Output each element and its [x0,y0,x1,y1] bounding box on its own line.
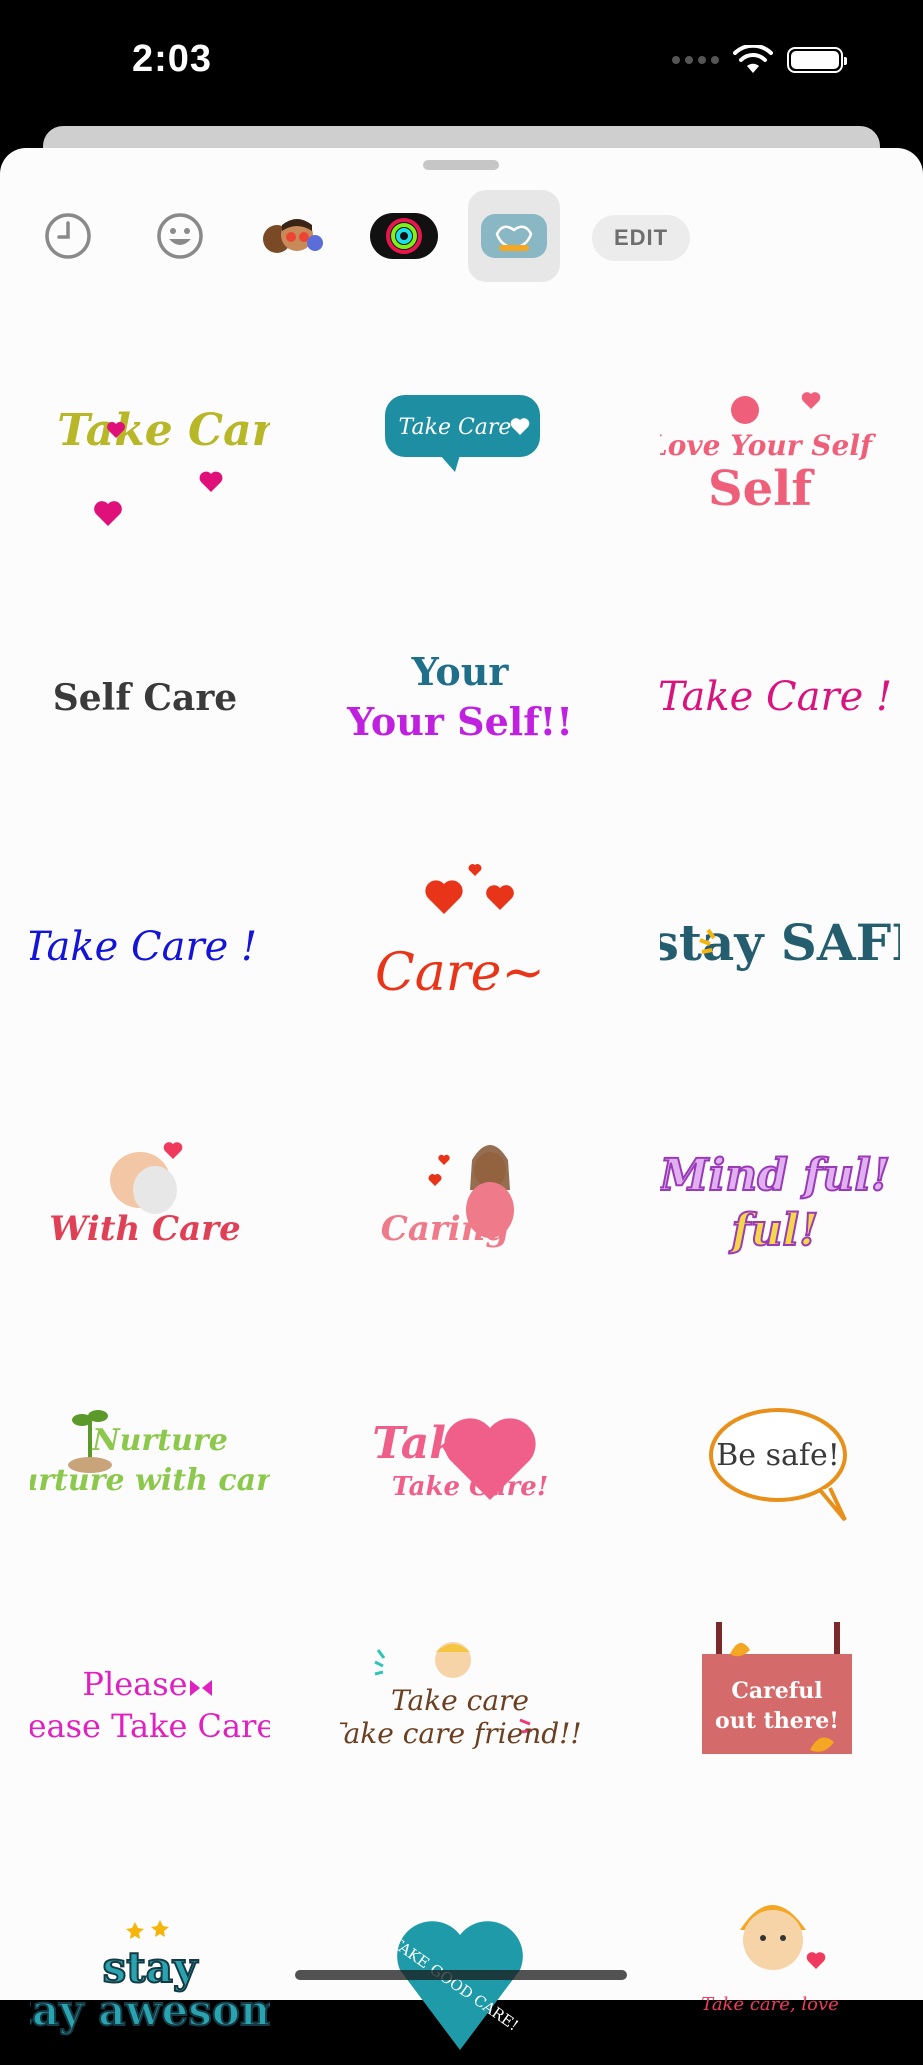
svg-text:Careful: Careful [731,1678,822,1704]
sticker-stay-safe[interactable]: stay SAFE [651,860,923,1060]
sticker-label: Take Care [57,405,270,456]
sheet-grabber[interactable] [423,160,499,170]
memoji-icon [263,219,323,253]
sticker-label: Take care, love [701,1994,839,2015]
svg-text:Take care: Take care [391,1684,529,1717]
sticker-take-care-blue[interactable]: Take Care ! [23,860,270,1060]
sticker-mindful[interactable]: Mind ful! ful! [657,1110,900,1310]
sticker-label: Please Take Care! [30,1707,270,1745]
sticker-label: Take Care ! [30,924,257,970]
sticker-take-care-yellow[interactable]: Take Care [30,360,303,560]
sticker-label: With Care [49,1209,240,1249]
sticker-take-good-care[interactable]: TAKE GOOD CARE! [340,1860,580,2060]
sticker-care-hearts[interactable]: Care~ [340,860,580,1060]
svg-text:Your: Your [411,649,510,694]
sticker-caring[interactable]: Caring [340,1110,580,1310]
status-time: 2:03 [132,38,213,80]
tab-activity[interactable] [358,190,450,282]
sticker-label: Take Care [399,415,512,440]
sticker-label: stay SAFE [660,913,900,972]
smiley-icon [157,213,203,259]
activity-rings-icon [370,213,438,259]
svg-text:Self: Self [708,461,815,517]
svg-text:Nurture: Nurture [91,1423,228,1458]
sticker-label: Mind ful! [660,1150,890,1201]
sticker-label: Love Your Self [660,429,877,462]
clock-icon [45,213,91,259]
home-indicator[interactable] [295,1970,627,1980]
sticker-take-care-love[interactable]: Take care, love [660,1860,900,2060]
cellular-signal-icon [672,56,719,64]
sticker-nurture-with-care[interactable]: Nurture Nurture with care [0,1360,291,1560]
sticker-self-care[interactable]: Self Care [30,610,270,810]
sticker-please-take-care[interactable]: Please Please Take Care! [0,1610,288,1810]
tab-memoji[interactable] [246,190,338,282]
sticker-label: Nurture with care [30,1463,270,1498]
sticker-label: Your Self!! [346,699,573,744]
tab-recents[interactable] [22,190,114,282]
sticker-careful-out-there[interactable]: Careful out there! [660,1610,900,1810]
svg-text:stay: stay [103,1943,199,1992]
svg-text:Please: Please [82,1665,187,1703]
status-icons [672,45,847,75]
sticker-love-your-self[interactable]: Love Your Self Self [647,360,900,560]
sticker-label: Take Care! [392,1472,549,1502]
sticker-label: Take Care ! [660,674,892,720]
sticker-take-care-bubble[interactable]: Take Care [340,360,580,560]
tab-emoji[interactable] [134,190,226,282]
sticker-label: Care~ [375,943,545,1003]
sticker-take-care-friend[interactable]: Take care Take care friend!!! [327,1610,593,1810]
sticker-stay-awesome[interactable]: stay stay awesome [0,1860,312,2060]
sticker-take-care-pink[interactable]: Take Care ! [658,610,900,810]
sticker-your-self[interactable]: Your Your Self!! [340,610,580,810]
svg-text:ful!: ful! [729,1205,819,1256]
sticker-be-safe[interactable]: Be safe! [660,1360,900,1560]
wifi-icon [733,45,773,73]
status-bar: 2:03 [0,0,923,130]
sticker-category-tabs: EDIT [0,190,923,290]
sticker-label: Take care friend!!! [340,1717,580,1750]
sticker-label: Caring [381,1209,509,1249]
svg-text:Take: Take [372,1418,488,1469]
svg-text:out there!: out there! [715,1708,839,1734]
edit-button[interactable]: EDIT [592,215,690,261]
sticker-take-care-heart[interactable]: Take Take Care! [340,1360,580,1560]
sticker-pack-icon [481,214,547,258]
sticker-label: Self Care [53,677,237,719]
sticker-label: Be safe! [716,1438,840,1473]
battery-icon [787,47,847,73]
tab-take-care-pack[interactable] [468,190,560,282]
sticker-with-care[interactable]: With Care [30,1110,270,1310]
sticker-label: stay awesome [30,1986,270,2035]
